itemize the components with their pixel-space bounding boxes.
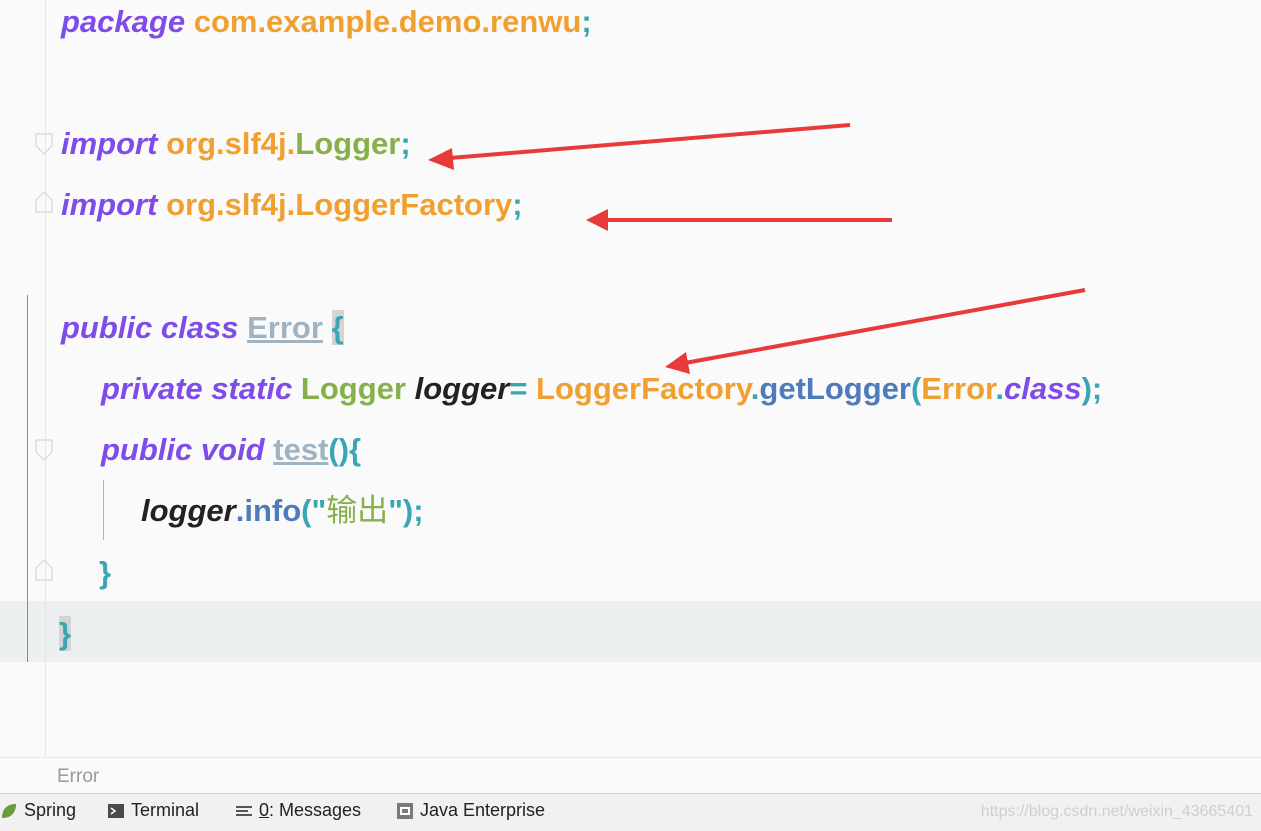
spring-tool-button[interactable]: Spring [0, 800, 76, 821]
terminal-icon [108, 803, 124, 818]
breadcrumb[interactable]: Error [0, 757, 1261, 794]
java-enterprise-tool-button[interactable]: Java Enterprise [396, 800, 545, 821]
annotation-arrows [428, 123, 1086, 374]
breadcrumb-item[interactable]: Error [57, 766, 99, 788]
spring-leaf-icon [2, 803, 16, 818]
tool-window-bar: Spring Terminal 0: Messages Java Enterpr… [0, 793, 1261, 831]
watermark-text: https://blog.csdn.net/weixin_43665401 [980, 803, 1253, 820]
java-enterprise-icon [397, 802, 413, 819]
java-enterprise-label: Java Enterprise [420, 800, 546, 820]
arrow-icon [428, 123, 851, 170]
code-editor[interactable]: package com.example.demo.renwu; import o… [0, 0, 1261, 757]
messages-list-icon [236, 805, 252, 816]
messages-number: 0 [259, 800, 270, 820]
arrow-icon [665, 288, 1086, 374]
terminal-label: Terminal [131, 800, 200, 820]
spring-label: Spring [24, 800, 77, 820]
arrow-icon [586, 209, 892, 231]
messages-tool-button[interactable]: 0: Messages [235, 800, 361, 821]
messages-label: : Messages [269, 800, 362, 820]
terminal-tool-button[interactable]: Terminal [107, 800, 199, 821]
